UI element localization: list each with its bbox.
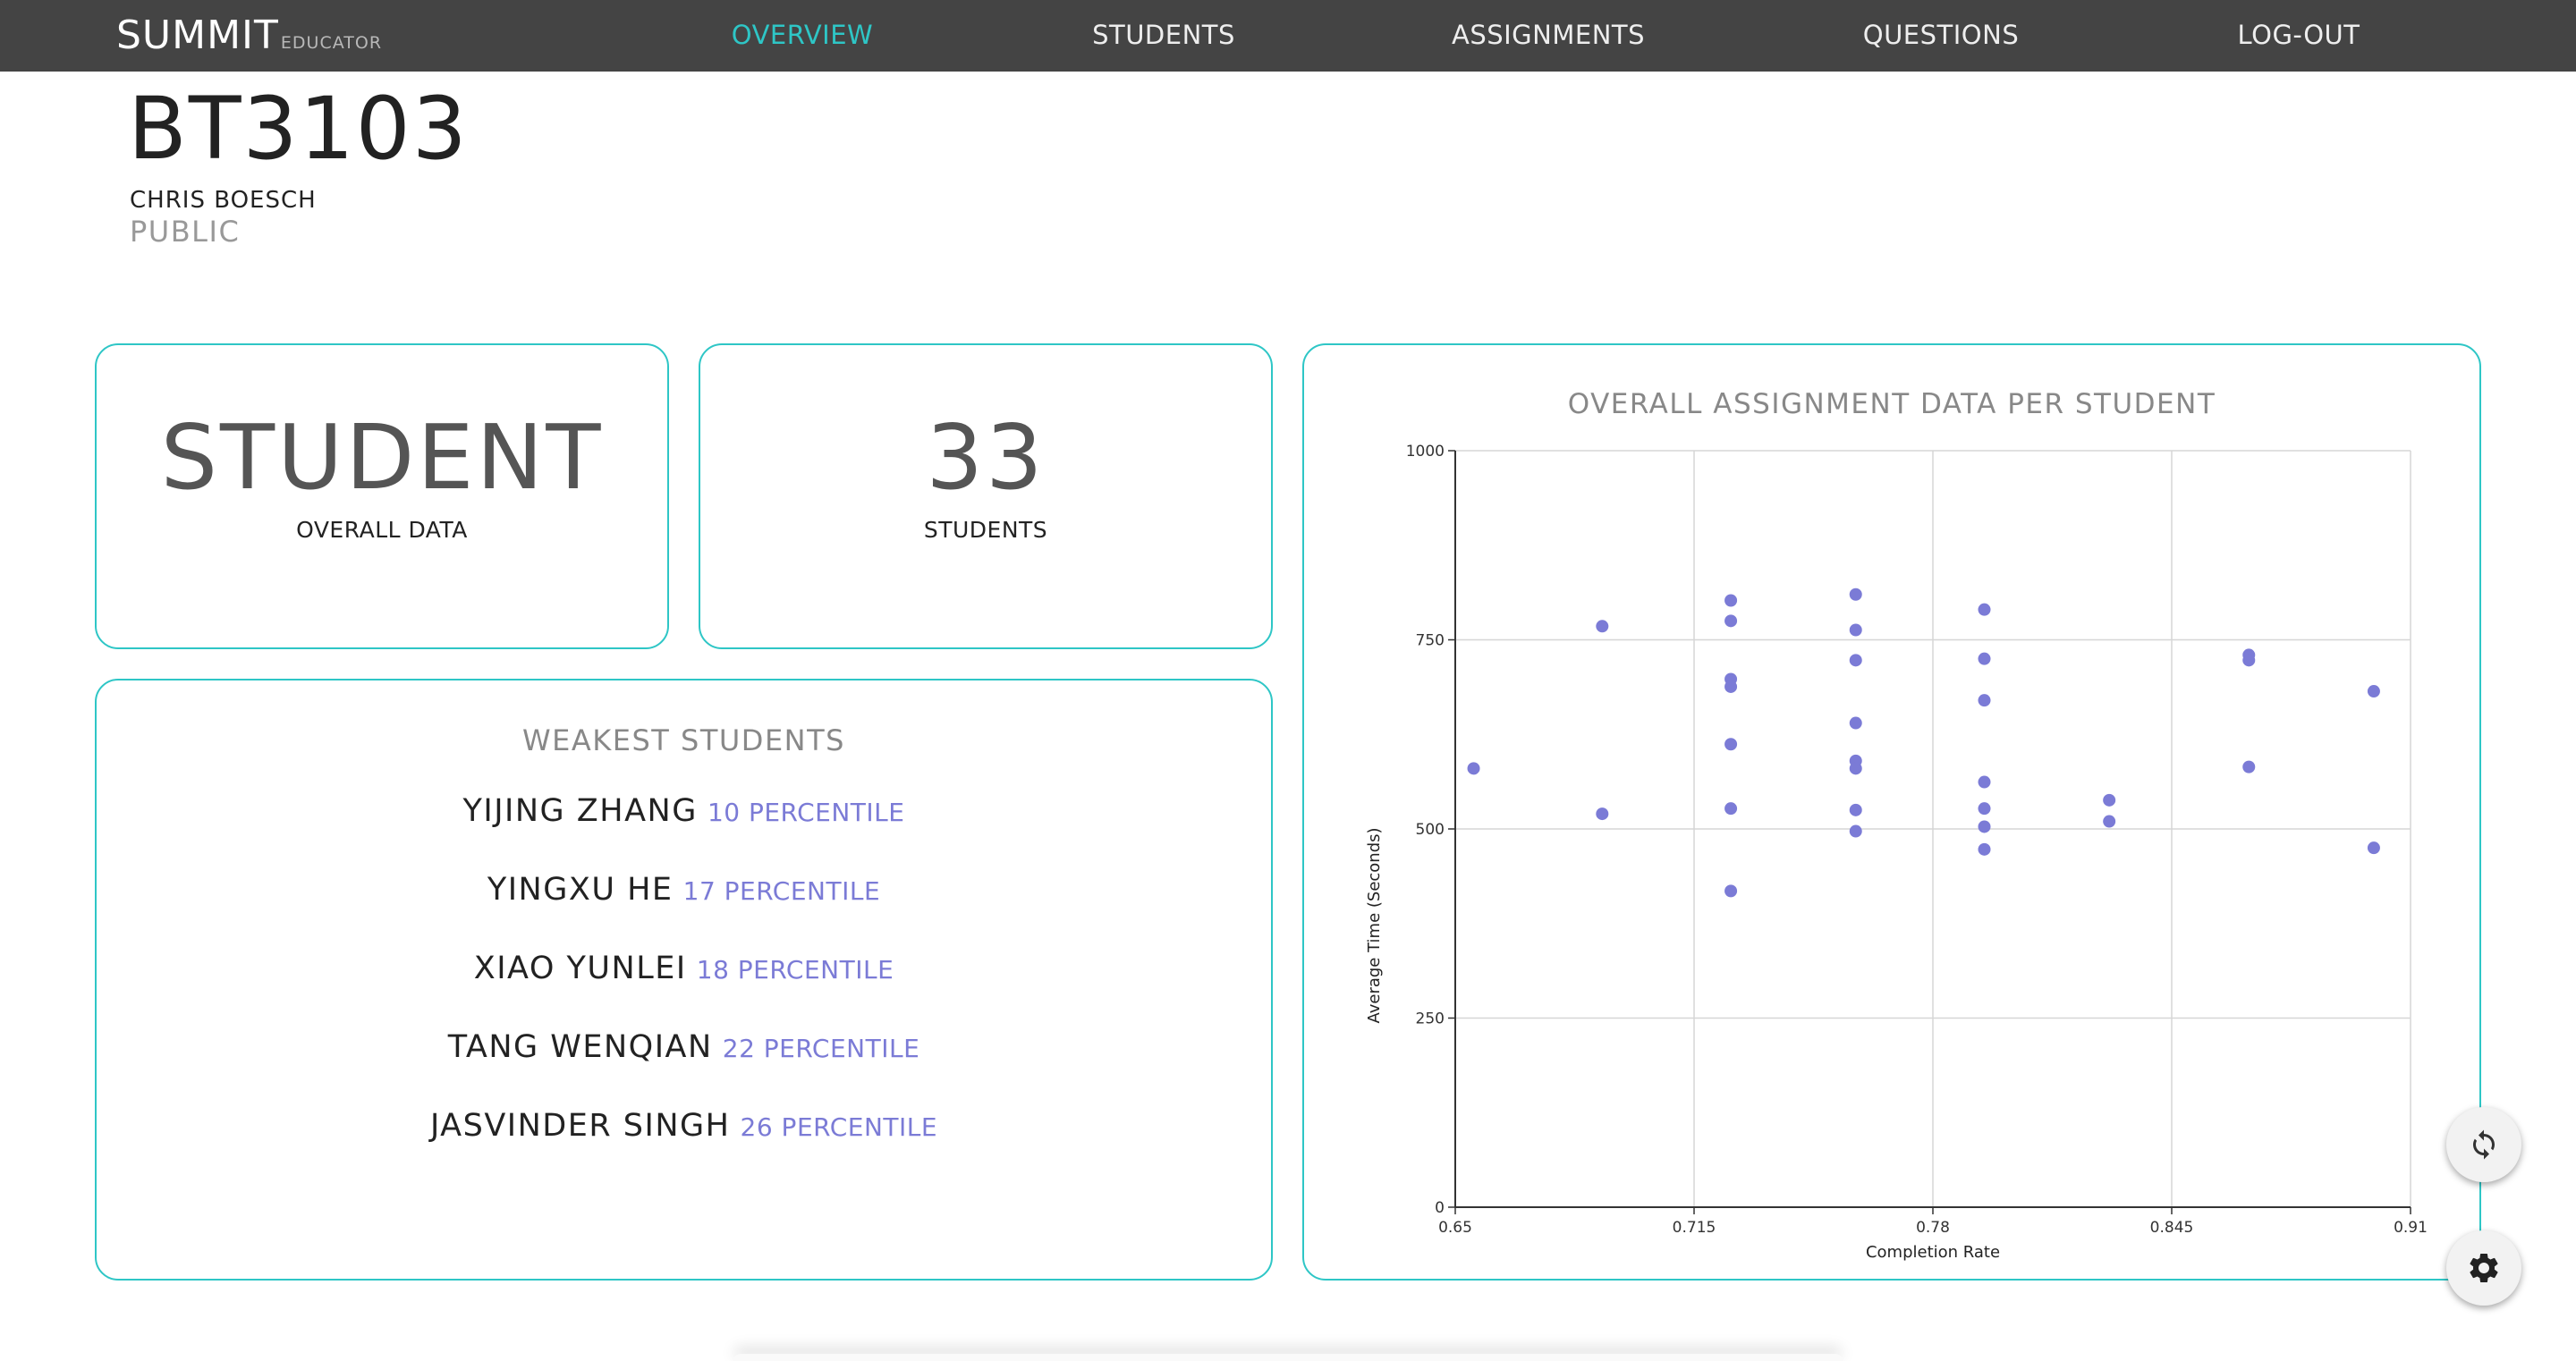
student-name: TANG WENQIAN [447, 1029, 713, 1065]
scatter-chart: 0.65 0.715 0.78 0.845 0.91 0 250 500 750 1000 Com… [1365, 443, 2428, 1262]
scatter-point[interactable] [1724, 680, 1738, 693]
scatter-point[interactable] [1978, 652, 1991, 665]
bottom-panel-edge [733, 1354, 1843, 1361]
scatter-point[interactable] [1724, 884, 1738, 898]
x-tick-label: 0.845 [2150, 1219, 2194, 1237]
student-card-caption: OVERALL DATA [296, 517, 468, 543]
scatter-point[interactable] [1978, 694, 1991, 707]
student-name: JASVINDER SINGH [429, 1108, 731, 1144]
student-name: YINGXU HE [487, 872, 674, 908]
list-item[interactable]: YINGXU HE 17 PERCENTILE [97, 872, 1271, 951]
scatter-point[interactable] [1724, 738, 1738, 751]
student-overall-card: STUDENT OVERALL DATA [95, 343, 669, 649]
list-item[interactable]: XIAO YUNLEI 18 PERCENTILE [97, 951, 1271, 1029]
scatter-point[interactable] [1596, 807, 1609, 821]
nav-assignments[interactable]: ASSIGNMENTS [1452, 20, 1645, 50]
nav-students[interactable]: STUDENTS [1092, 20, 1235, 50]
y-tick-label: 0 [1435, 1199, 1445, 1217]
scatter-point[interactable] [2367, 685, 2380, 698]
scatter-point[interactable] [1724, 614, 1738, 628]
assignment-scatter-card: OVERALL ASSIGNMENT DATA PER STUDENT 0.65… [1302, 343, 2481, 1281]
scatter-point[interactable] [2103, 815, 2116, 828]
scatter-point[interactable] [1849, 654, 1862, 667]
gear-icon [2470, 1254, 2498, 1282]
scatter-point[interactable] [2242, 760, 2256, 773]
x-tick-label: 0.78 [1916, 1219, 1950, 1237]
nav-log-out[interactable]: LOG-OUT [2238, 20, 2360, 50]
x-tick-label: 0.91 [2394, 1219, 2428, 1237]
x-tick-label: 0.65 [1438, 1219, 1472, 1237]
scatter-point[interactable] [1849, 716, 1862, 730]
weakest-students-card: WEAKEST STUDENTS YIJING ZHANG 10 PERCENT… [95, 679, 1273, 1281]
scatter-point[interactable] [1467, 762, 1480, 775]
scatter-point[interactable] [2367, 841, 2380, 855]
x-tick-label: 0.715 [1673, 1219, 1716, 1237]
course-code: BT3103 [128, 79, 469, 179]
student-percentile: 18 PERCENTILE [696, 955, 894, 985]
scatter-point[interactable] [1596, 620, 1609, 633]
scatter-point[interactable] [1849, 803, 1862, 816]
scatter-point[interactable] [1978, 842, 1991, 856]
brand-name: SUMMIT [116, 13, 279, 58]
scatter-point[interactable] [1978, 820, 1991, 833]
student-percentile: 10 PERCENTILE [707, 798, 905, 827]
scatter-point[interactable] [2103, 793, 2116, 807]
scatter-point[interactable] [1849, 762, 1862, 775]
student-card-heading: STUDENT [160, 405, 604, 510]
student-name: XIAO YUNLEI [473, 951, 687, 986]
y-tick-label: 250 [1416, 1010, 1445, 1028]
refresh-button[interactable] [2446, 1107, 2521, 1182]
student-count-caption: STUDENTS [923, 517, 1048, 543]
student-name: YIJING ZHANG [462, 793, 698, 829]
course-owner: CHRIS BOESCH [130, 187, 317, 214]
scatter-point[interactable] [1978, 603, 1991, 616]
student-count-card: 33 STUDENTS [699, 343, 1273, 649]
student-percentile: 22 PERCENTILE [722, 1034, 920, 1063]
weakest-students-title: WEAKEST STUDENTS [522, 723, 845, 757]
brand-logo[interactable]: SUMMIT EDUCATOR [116, 13, 382, 58]
x-axis-label: Completion Rate [1866, 1243, 2000, 1262]
scatter-point[interactable] [1978, 802, 1991, 816]
student-percentile: 26 PERCENTILE [740, 1112, 938, 1142]
nav-questions[interactable]: QUESTIONS [1863, 20, 2019, 50]
scatter-point[interactable] [1724, 594, 1738, 607]
list-item[interactable]: TANG WENQIAN 22 PERCENTILE [97, 1029, 1271, 1108]
y-tick-label: 500 [1416, 821, 1445, 839]
scatter-point[interactable] [1978, 775, 1991, 789]
scatter-point[interactable] [1849, 623, 1862, 637]
top-navigation-bar: SUMMIT EDUCATOR OVERVIEW STUDENTS ASSIGNM… [0, 0, 2576, 72]
weakest-students-list: YIJING ZHANG 10 PERCENTILE YINGXU HE 17 … [97, 793, 1271, 1187]
nav-overview[interactable]: OVERVIEW [732, 20, 873, 50]
scatter-point[interactable] [1724, 802, 1738, 816]
student-percentile: 17 PERCENTILE [682, 876, 881, 906]
course-visibility: PUBLIC [130, 215, 241, 249]
y-tick-label: 750 [1416, 632, 1445, 650]
settings-button[interactable] [2446, 1230, 2521, 1306]
list-item[interactable]: JASVINDER SINGH 26 PERCENTILE [97, 1108, 1271, 1187]
list-item[interactable]: YIJING ZHANG 10 PERCENTILE [97, 793, 1271, 872]
scatter-point[interactable] [1849, 824, 1862, 838]
y-axis-label: Average Time (Seconds) [1365, 827, 1384, 1023]
student-count-value: 33 [926, 405, 1046, 510]
y-tick-label: 1000 [1406, 443, 1445, 461]
refresh-icon [2473, 1129, 2495, 1160]
brand-subtitle: EDUCATOR [280, 33, 383, 53]
scatter-point[interactable] [1849, 588, 1862, 601]
scatter-point[interactable] [2242, 654, 2256, 667]
